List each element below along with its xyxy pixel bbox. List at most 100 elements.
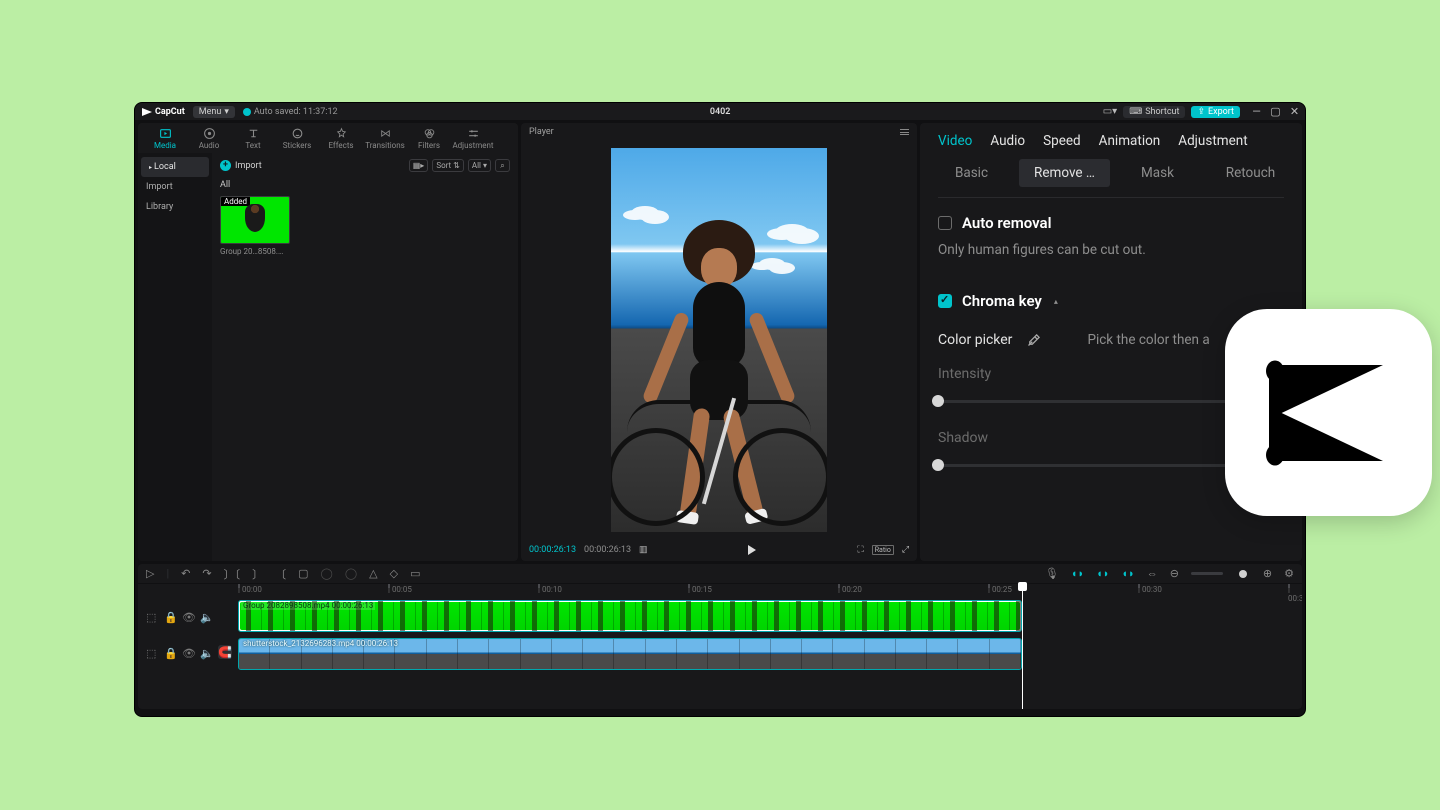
zoom-out[interactable]: ⊖ xyxy=(1170,567,1179,580)
timeline-clip-1[interactable]: Group 2082898508.mp4 00:00:26:13 xyxy=(238,600,1022,632)
zoom-in[interactable]: ⊕ xyxy=(1263,567,1272,580)
trim-right-tool[interactable]: 〔 xyxy=(275,566,286,582)
zoom-knob[interactable] xyxy=(1239,570,1247,578)
magnet-icon[interactable]: 🧲 xyxy=(218,645,232,659)
export-button[interactable]: ⇪Export xyxy=(1191,106,1240,118)
tab-speed[interactable]: Speed xyxy=(1043,133,1081,149)
crop-tool[interactable]: ▭ xyxy=(410,567,420,580)
compare-icon[interactable]: ▥ xyxy=(639,545,648,555)
player-title: Player xyxy=(529,127,554,137)
subtab-mask[interactable]: Mask xyxy=(1112,159,1203,187)
collapse-icon[interactable]: ▴ xyxy=(1054,297,1058,306)
clip-filename: Group 20…8508.mp4 xyxy=(220,247,290,256)
scale-icon[interactable]: ⛶ xyxy=(857,545,863,555)
eye-icon[interactable]: 👁 xyxy=(182,611,192,621)
ruler-tick: | 00:00 xyxy=(238,585,262,594)
delete-tool[interactable]: ▢ xyxy=(298,567,308,580)
tab-stickers[interactable]: Stickers xyxy=(276,125,318,153)
rotate-tool[interactable]: ◇ xyxy=(390,567,398,580)
auto-removal-row: Auto removal xyxy=(938,214,1284,232)
close-button[interactable]: ✕ xyxy=(1290,107,1299,116)
tab-filters[interactable]: Filters xyxy=(408,125,450,153)
player-viewport[interactable] xyxy=(521,141,917,539)
grid-view-toggle[interactable]: ▦▸ xyxy=(409,159,429,172)
minimize-button[interactable]: — xyxy=(1252,107,1261,116)
shadow-slider[interactable] xyxy=(938,464,1232,467)
tab-video[interactable]: Video xyxy=(938,133,972,149)
clip-added-badge: Added xyxy=(221,197,250,206)
zoom-slider[interactable] xyxy=(1191,572,1223,575)
timeline-settings[interactable]: ⚙ xyxy=(1284,567,1294,580)
toggle-2[interactable]: ◖◗ xyxy=(1096,567,1109,580)
sidebar-item-library[interactable]: Library xyxy=(138,197,212,217)
mute-icon[interactable]: 🔈 xyxy=(200,647,210,657)
trim-left-tool[interactable]: 〕 xyxy=(252,566,263,582)
shortcut-button[interactable]: ⌨Shortcut xyxy=(1123,106,1185,118)
lock-track-icon[interactable]: 🔒 xyxy=(164,647,174,657)
chevron-down-icon: ▾ xyxy=(224,107,229,117)
mirror-tool[interactable]: △ xyxy=(369,567,377,580)
redo-button[interactable]: ↷ xyxy=(202,567,211,580)
media-main: Import ▦▸ Sort ⇅ All ▾ ⌕ All Adde xyxy=(212,153,518,561)
tab-animation[interactable]: Animation xyxy=(1099,133,1161,149)
ratio-button[interactable]: Ratio xyxy=(872,545,894,555)
lock-icon[interactable]: ⬚ xyxy=(146,647,156,657)
timeline-toolbar: ▷ | ↶ ↷ 〕〔 〕 〔 ▢ ◯ ◯ △ ◇ ▭ 🎙 ◖◗ ◖◗ ◖◗ ⇔ … xyxy=(138,564,1302,584)
inspector-tabs: Video Audio Speed Animation Adjustment xyxy=(920,123,1302,159)
subtab-remove[interactable]: Remove … xyxy=(1019,159,1110,187)
sort-dropdown[interactable]: Sort ⇅ xyxy=(432,159,464,172)
search-button[interactable]: ⌕ xyxy=(495,159,510,172)
timeline-main[interactable]: | 00:00| 00:05| 00:10| 00:15| 00:20| 00:… xyxy=(238,584,1302,709)
eye-icon[interactable]: 👁 xyxy=(182,647,192,657)
media-clip[interactable]: Added Group 20…8508.mp4 xyxy=(220,196,290,256)
import-button[interactable]: Import xyxy=(220,160,262,171)
eyedropper-icon[interactable] xyxy=(1026,333,1041,348)
layout-icon[interactable]: ▭▾ xyxy=(1103,106,1117,117)
timeline-panel: ▷ | ↶ ↷ 〕〔 〕 〔 ▢ ◯ ◯ △ ◇ ▭ 🎙 ◖◗ ◖◗ ◖◗ ⇔ … xyxy=(138,564,1302,709)
ruler-tick: | 00:25 xyxy=(988,585,1012,594)
mic-icon[interactable]: 🎙 xyxy=(1045,567,1059,580)
undo-button[interactable]: ↶ xyxy=(181,567,190,580)
expand-tool[interactable]: ⇔ xyxy=(1147,567,1158,580)
subtab-basic[interactable]: Basic xyxy=(926,159,1017,187)
clip-thumbnail[interactable]: Added xyxy=(220,196,290,244)
intensity-slider[interactable] xyxy=(938,400,1232,403)
menu-button[interactable]: Menu▾ xyxy=(193,106,235,118)
fullscreen-icon[interactable]: ⤢ xyxy=(902,545,909,555)
playhead[interactable] xyxy=(1022,584,1023,709)
lock-icon[interactable]: ⬚ xyxy=(146,611,156,621)
split-tool[interactable]: 〕〔 xyxy=(224,566,241,582)
auto-removal-checkbox[interactable] xyxy=(938,216,952,230)
maximize-button[interactable]: ▢ xyxy=(1271,107,1280,116)
auto-removal-label: Auto removal xyxy=(962,214,1051,232)
sidebar-item-local[interactable]: ▸Local xyxy=(141,157,209,177)
tab-media[interactable]: Media xyxy=(144,125,186,153)
preview-canvas xyxy=(611,148,827,532)
player-panel: Player 00:00:26:13 00:00:26:13 xyxy=(521,123,917,561)
select-tool[interactable]: ▷ xyxy=(146,567,154,580)
disabled-tool-1: ◯ xyxy=(321,567,333,580)
toggle-1[interactable]: ◖◗ xyxy=(1071,567,1084,580)
play-button[interactable] xyxy=(747,545,757,555)
player-menu-icon[interactable] xyxy=(900,129,909,134)
timeline-ruler[interactable]: | 00:00| 00:05| 00:10| 00:15| 00:20| 00:… xyxy=(238,584,1302,598)
tab-adjustment[interactable]: Adjustment xyxy=(1178,133,1247,149)
sidebar-item-import[interactable]: Import xyxy=(138,177,212,197)
subtab-retouch[interactable]: Retouch xyxy=(1205,159,1296,187)
intensity-knob[interactable] xyxy=(932,395,944,407)
chroma-label: Chroma key xyxy=(962,292,1042,310)
shadow-knob[interactable] xyxy=(932,459,944,471)
tab-text[interactable]: Text xyxy=(232,125,274,153)
tab-transitions[interactable]: Transitions xyxy=(364,125,406,153)
tab-audio-insp[interactable]: Audio xyxy=(990,133,1025,149)
chroma-checkbox[interactable] xyxy=(938,294,952,308)
lock-track-icon[interactable]: 🔒 xyxy=(164,611,174,621)
tab-effects[interactable]: Effects xyxy=(320,125,362,153)
timeline-clip-2[interactable]: shutterstock_2132696283.mp4 00:00:26:13 xyxy=(238,638,1022,670)
tab-adjustment[interactable]: Adjustment xyxy=(452,125,494,153)
mute-icon[interactable]: 🔈 xyxy=(200,611,210,621)
tab-audio[interactable]: Audio xyxy=(188,125,230,153)
toggle-3[interactable]: ◖◗ xyxy=(1121,567,1134,580)
filter-all-dropdown[interactable]: All ▾ xyxy=(468,159,491,172)
ruler-tick: | 00:10 xyxy=(538,585,562,594)
